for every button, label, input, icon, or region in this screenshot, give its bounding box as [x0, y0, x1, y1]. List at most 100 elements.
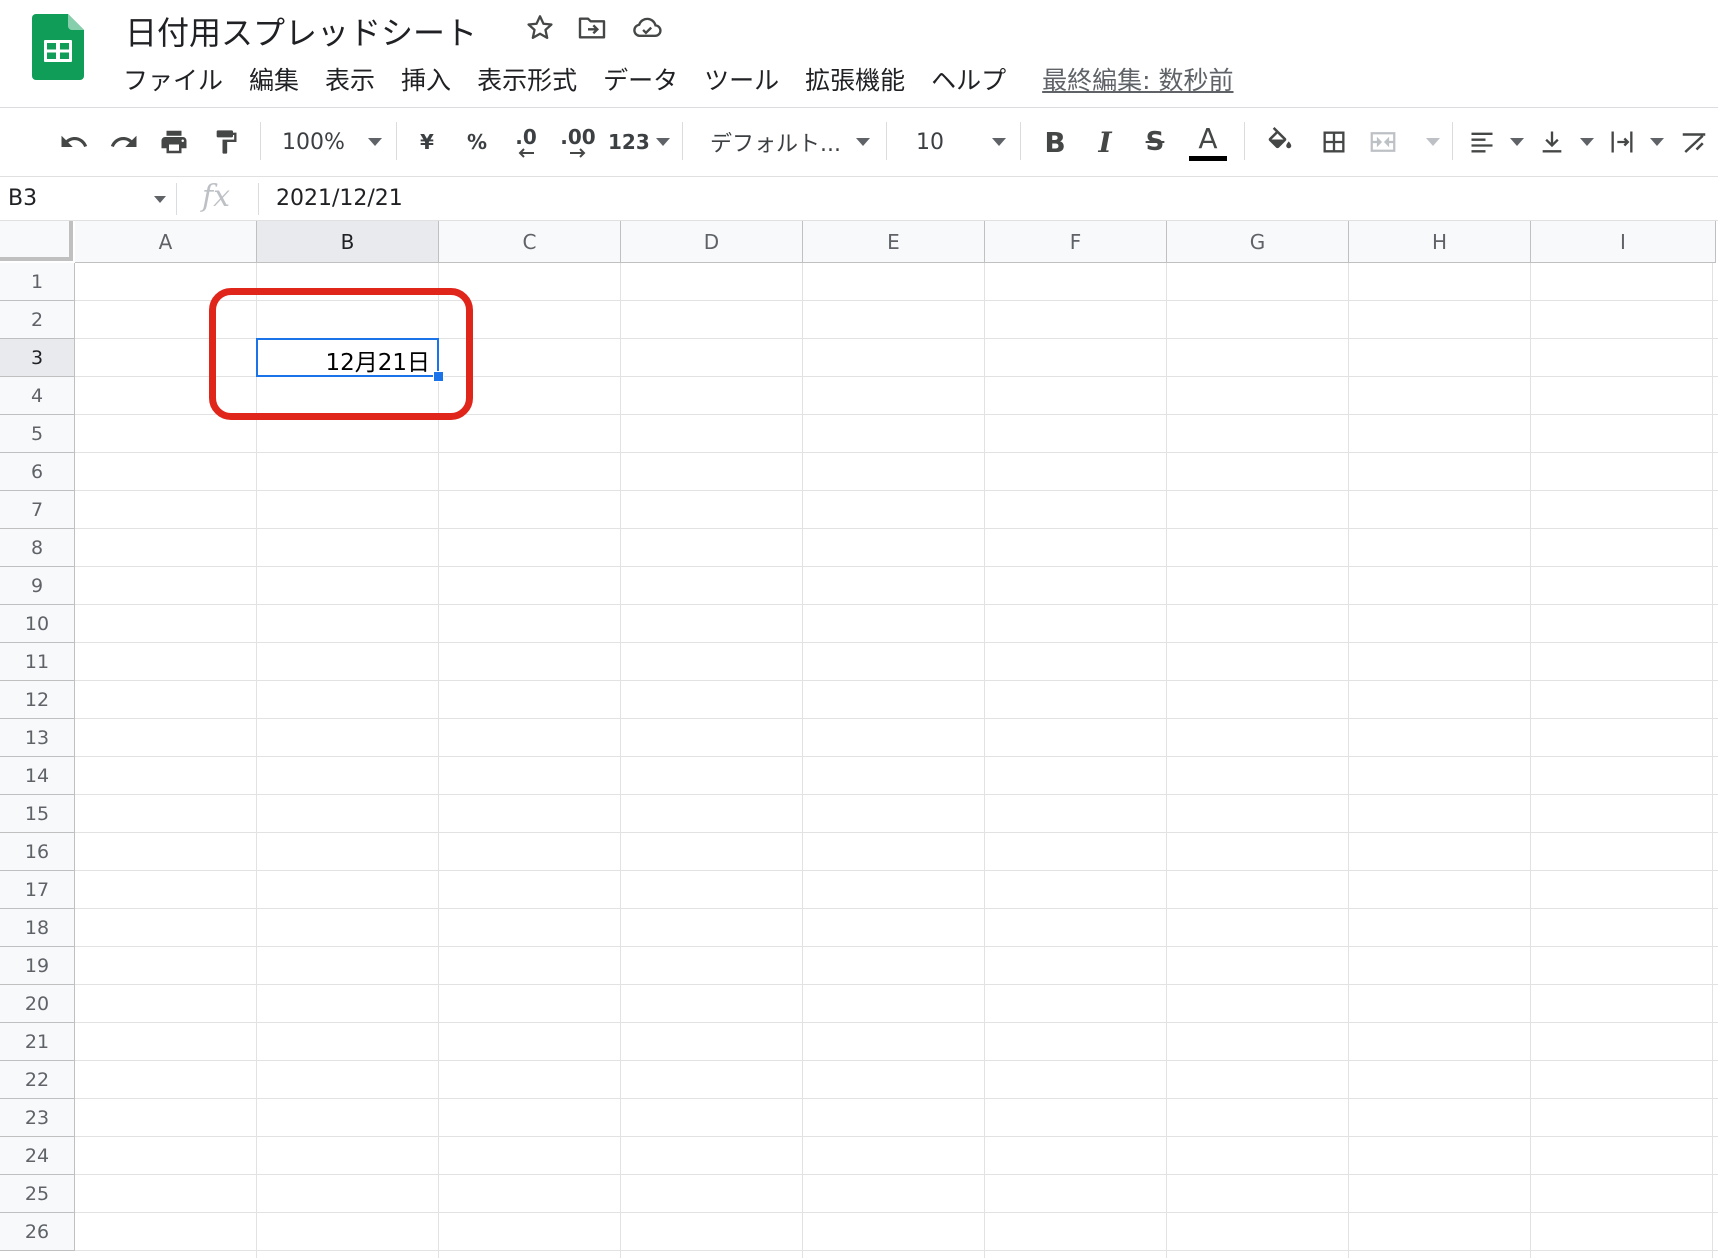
column-header-d[interactable]: D: [621, 221, 803, 263]
row-header-17[interactable]: 17: [0, 871, 75, 909]
decrease-decimal-button[interactable]: .0: [508, 108, 544, 176]
menu-edit[interactable]: 編集: [249, 61, 299, 97]
menu-view[interactable]: 表示: [325, 61, 375, 97]
borders-button[interactable]: [1314, 108, 1354, 176]
row-header-7[interactable]: 7: [0, 491, 75, 529]
toolbar-divider: [1452, 122, 1453, 160]
row-header-22[interactable]: 22: [0, 1061, 75, 1099]
row-header-20[interactable]: 20: [0, 985, 75, 1023]
zoom-select[interactable]: 100%: [282, 108, 382, 176]
fill-color-icon: [1268, 127, 1292, 149]
text-rotation-icon: [1682, 133, 1706, 153]
column-header-c[interactable]: C: [439, 221, 621, 263]
toolbar-divider: [1244, 122, 1245, 160]
bold-button[interactable]: B: [1040, 108, 1070, 176]
column-header-e[interactable]: E: [803, 221, 985, 263]
font-size-select[interactable]: 10: [916, 108, 1006, 176]
column-header-h[interactable]: H: [1349, 221, 1531, 263]
arrow-left-icon: [518, 148, 534, 158]
menu-insert[interactable]: 挿入: [401, 61, 451, 97]
row-gridline: [75, 1136, 1718, 1137]
star-icon[interactable]: [524, 12, 556, 44]
fill-color-button[interactable]: [1260, 108, 1300, 176]
row-header-18[interactable]: 18: [0, 909, 75, 947]
vertical-align-button[interactable]: [1538, 108, 1594, 176]
horizontal-align-button[interactable]: [1468, 108, 1524, 176]
menu-data[interactable]: データ: [603, 61, 678, 97]
row-gridline: [75, 452, 1718, 453]
chevron-down-icon: [856, 138, 870, 146]
percent-format-button[interactable]: %: [462, 108, 492, 176]
column-header-i[interactable]: I: [1531, 221, 1716, 263]
menu-format[interactable]: 表示形式: [477, 61, 577, 97]
row-header-14[interactable]: 14: [0, 757, 75, 795]
text-wrap-icon: [1611, 131, 1633, 153]
text-wrapping-button[interactable]: [1608, 108, 1664, 176]
text-rotation-button[interactable]: [1676, 108, 1712, 176]
row-header-11[interactable]: 11: [0, 643, 75, 681]
row-header-15[interactable]: 15: [0, 795, 75, 833]
menu-extensions[interactable]: 拡張機能: [805, 61, 905, 97]
column-header-g[interactable]: G: [1167, 221, 1349, 263]
row-header-10[interactable]: 10: [0, 605, 75, 643]
document-title[interactable]: 日付用スプレッドシート: [125, 8, 477, 54]
menu-file[interactable]: ファイル: [123, 61, 223, 97]
strikethrough-button[interactable]: S: [1140, 108, 1170, 176]
row-header-2[interactable]: 2: [0, 301, 75, 339]
formula-input[interactable]: 2021/12/21: [276, 177, 403, 220]
row-header-26[interactable]: 26: [0, 1213, 75, 1251]
row-header-12[interactable]: 12: [0, 681, 75, 719]
increase-decimal-button[interactable]: .00: [558, 108, 598, 176]
row-header-19[interactable]: 19: [0, 947, 75, 985]
currency-format-button[interactable]: ¥: [412, 108, 442, 176]
row-header-21[interactable]: 21: [0, 1023, 75, 1061]
name-box[interactable]: B3: [8, 177, 37, 220]
move-to-folder-icon[interactable]: [576, 12, 608, 44]
row-header-13[interactable]: 13: [0, 719, 75, 757]
column-gridline: [802, 263, 803, 1258]
row-gridline: [75, 1250, 1718, 1251]
row-gridline: [75, 1098, 1718, 1099]
redo-button[interactable]: [104, 108, 144, 176]
select-all-corner[interactable]: [0, 221, 73, 261]
menu-help[interactable]: ヘルプ: [931, 61, 1006, 97]
cloud-saved-icon[interactable]: [630, 12, 662, 44]
row-header-5[interactable]: 5: [0, 415, 75, 453]
print-icon: [161, 130, 187, 154]
column-header-f[interactable]: F: [985, 221, 1167, 263]
toolbar-divider: [396, 122, 397, 160]
row-gridline: [75, 908, 1718, 909]
row-header-6[interactable]: 6: [0, 453, 75, 491]
chevron-down-icon[interactable]: [154, 196, 166, 203]
row-gridline: [75, 490, 1718, 491]
row-header-24[interactable]: 24: [0, 1137, 75, 1175]
row-gridline: [75, 528, 1718, 529]
last-edit-link[interactable]: 最終編集: 数秒前: [1042, 61, 1233, 97]
row-gridline: [75, 946, 1718, 947]
italic-button[interactable]: I: [1090, 108, 1120, 176]
menu-tools[interactable]: ツール: [704, 61, 779, 97]
undo-icon: [61, 135, 88, 147]
merge-cells-button[interactable]: [1368, 108, 1440, 176]
row-header-3[interactable]: 3: [0, 339, 75, 377]
column-header-a[interactable]: A: [75, 221, 257, 263]
print-button[interactable]: [154, 108, 194, 176]
column-header-b[interactable]: B: [257, 221, 439, 263]
paint-format-button[interactable]: [206, 108, 246, 176]
menu-bar: ファイル 編集 表示 挿入 表示形式 データ ツール 拡張機能 ヘルプ 最終編集…: [123, 62, 1234, 96]
sheets-logo-icon[interactable]: [32, 14, 84, 80]
font-select[interactable]: デフォルト...: [710, 108, 870, 176]
row-header-9[interactable]: 9: [0, 567, 75, 605]
row-header-25[interactable]: 25: [0, 1175, 75, 1213]
undo-button[interactable]: [54, 108, 94, 176]
row-gridline: [75, 1060, 1718, 1061]
row-gridline: [75, 794, 1718, 795]
text-color-button[interactable]: A: [1188, 108, 1228, 176]
row-header-8[interactable]: 8: [0, 529, 75, 567]
more-formats-button[interactable]: 123: [608, 108, 670, 176]
row-header-1[interactable]: 1: [0, 263, 75, 301]
row-header-16[interactable]: 16: [0, 833, 75, 871]
row-header-23[interactable]: 23: [0, 1099, 75, 1137]
row-header-4[interactable]: 4: [0, 377, 75, 415]
row-gridline: [75, 756, 1718, 757]
